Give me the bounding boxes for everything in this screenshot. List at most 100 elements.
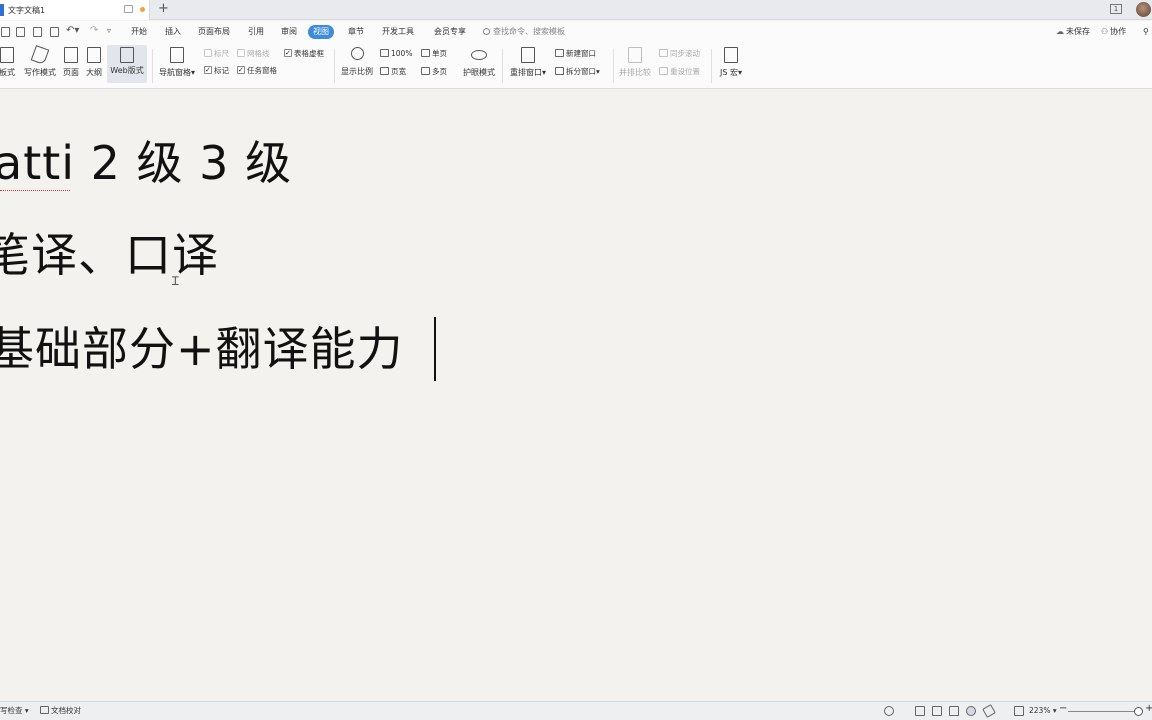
eye-protection-status-icon[interactable] — [884, 706, 894, 716]
outline-icon — [87, 47, 101, 63]
reading-layout-label: 板式 — [0, 68, 15, 77]
tab-review[interactable]: 审阅 — [281, 26, 297, 38]
share-icon[interactable]: ⚲ — [1143, 26, 1149, 38]
outline-view-button[interactable]: 大纲 — [84, 47, 104, 78]
view-ribbon: 板式 写作模式 页面 大纲 Web版式 导航窗格▾ 标尺 网格线 表格虚框 标记… — [0, 43, 1152, 89]
new-tab-button[interactable]: + — [158, 2, 169, 16]
zoom-slider[interactable] — [1068, 711, 1138, 712]
print-icon[interactable] — [16, 27, 25, 37]
reading-view-status-icon[interactable] — [949, 706, 959, 716]
page-width-icon — [380, 67, 389, 75]
single-page-button[interactable]: 单页 — [421, 49, 447, 59]
multi-page-button[interactable]: 多页 — [421, 67, 447, 77]
doc-proofread-button[interactable]: 文档校对 — [40, 706, 81, 716]
collaborate-label: 协作 — [1110, 27, 1127, 36]
tab-member[interactable]: 会员专享 — [434, 26, 466, 38]
cloud-icon: ☁ — [1056, 27, 1064, 36]
document-tab[interactable]: 文字文稿1 — [0, 0, 150, 20]
navigation-pane-icon — [170, 47, 184, 63]
outline-view-status-icon[interactable] — [932, 706, 942, 716]
web-layout-button[interactable]: Web版式 — [107, 45, 147, 83]
markup-checkbox[interactable]: 标记 — [204, 65, 229, 76]
tab-developer-tools[interactable]: 开发工具 — [382, 26, 414, 38]
gridlines-check-icon — [237, 49, 245, 57]
ribbon-divider — [613, 49, 614, 83]
document-line-2[interactable]: 笔译、口译 — [0, 227, 219, 283]
document-line-1[interactable]: atti 2 级 3 级 — [0, 135, 292, 191]
text-caret — [434, 317, 436, 381]
new-window-icon — [555, 49, 564, 57]
collaborate-button[interactable]: ⚇ 协作 — [1101, 26, 1126, 38]
js-macro-label: JS 宏▾ — [720, 68, 742, 77]
zoom-out-button[interactable]: − — [1059, 704, 1067, 714]
side-by-side-button[interactable]: 并排比较 — [618, 47, 652, 78]
tab-home[interactable]: 开始 — [131, 26, 147, 38]
zoom-slider-handle[interactable] — [1134, 707, 1143, 716]
web-view-status-icon[interactable] — [966, 706, 976, 716]
taskpane-checkbox[interactable]: 任务窗格 — [237, 65, 277, 76]
ribbon-divider — [711, 49, 712, 83]
navigation-pane-button[interactable]: 导航窗格▾ — [156, 47, 198, 78]
unsaved-dot-icon — [140, 7, 145, 12]
writing-view-status-icon[interactable] — [982, 704, 996, 718]
ribbon-divider — [334, 49, 335, 83]
monitor-icon[interactable] — [124, 5, 133, 13]
new-window-button[interactable]: 新建窗口 — [555, 49, 596, 59]
ruler-checkbox[interactable]: 标尺 — [204, 49, 229, 59]
writing-mode-button[interactable]: 写作模式 — [22, 45, 58, 78]
redo-icon[interactable]: ↷ — [90, 25, 98, 37]
user-avatar[interactable] — [1136, 2, 1151, 17]
tab-page-layout[interactable]: 页面布局 — [198, 26, 230, 38]
single-page-icon — [421, 49, 430, 57]
arrange-window-button[interactable]: 重排窗口▾ — [508, 47, 548, 78]
reset-position-button[interactable]: 重设位置 — [659, 67, 700, 77]
export-icon[interactable] — [50, 27, 59, 37]
save-icon[interactable] — [1, 27, 10, 37]
print-preview-icon[interactable] — [33, 27, 42, 37]
document-canvas[interactable]: atti 2 级 3 级 笔译、口译 基础部分+翻译能力 Ɪ — [0, 89, 1152, 701]
search-command-input[interactable]: 查找命令、搜索模板 — [483, 26, 565, 38]
layout-icon — [0, 47, 14, 63]
zoom-100-button[interactable]: 100% — [380, 49, 412, 59]
document-line-3[interactable]: 基础部分+翻译能力 — [0, 321, 404, 377]
zoom-in-button[interactable]: + — [1145, 704, 1152, 714]
window-mode-icon[interactable]: 1 — [1110, 4, 1122, 14]
page-view-button[interactable]: 页面 — [60, 47, 82, 78]
proofread-icon — [40, 706, 49, 714]
zoom-icon — [350, 47, 364, 60]
js-macro-button[interactable]: JS 宏▾ — [716, 47, 746, 78]
document-tab-title: 文字文稿1 — [8, 5, 46, 15]
page-width-button[interactable]: 页宽 — [380, 67, 406, 77]
reading-layout-button[interactable]: 板式 — [0, 47, 20, 78]
unsaved-button[interactable]: ☁ 未保存 — [1056, 26, 1090, 38]
status-bar: 写检查 ▾ 文档校对 223% ▾ − + — [0, 701, 1152, 720]
spell-check-button[interactable]: 写检查 ▾ — [0, 706, 29, 716]
tab-references[interactable]: 引用 — [248, 26, 264, 38]
tab-view[interactable]: 视图 — [308, 25, 334, 39]
zoom-level-dropdown[interactable]: 223% ▾ — [1029, 706, 1057, 716]
eye-icon — [471, 50, 487, 60]
gridlines-checkbox[interactable]: 网格线 — [237, 49, 270, 59]
search-placeholder: 查找命令、搜索模板 — [493, 27, 565, 36]
undo-icon[interactable]: ↶▾ — [66, 25, 79, 37]
sync-scroll-button[interactable]: 同步滚动 — [659, 49, 700, 59]
tab-chapter[interactable]: 章节 — [348, 26, 364, 38]
table-gridlines-checkbox[interactable]: 表格虚框 — [284, 48, 324, 59]
display-zoom-button[interactable]: 显示比例 — [340, 47, 374, 77]
fit-page-icon[interactable] — [1014, 706, 1024, 716]
tab-insert[interactable]: 插入 — [165, 26, 181, 38]
js-macro-icon — [724, 47, 738, 63]
split-window-button[interactable]: 拆分窗口▾ — [555, 67, 600, 77]
ibeam-cursor-icon: Ɪ — [172, 274, 179, 288]
side-by-side-icon — [628, 47, 642, 63]
eye-protection-button[interactable]: 护眼模式 — [461, 47, 497, 78]
document-icon — [0, 4, 4, 16]
quick-access-more-icon[interactable]: ▿ — [107, 25, 111, 37]
spelling-error-underline — [0, 188, 70, 191]
page-view-status-icon[interactable] — [915, 706, 925, 716]
pen-icon — [30, 45, 50, 65]
menu-bar: ↶▾ ↷ ▿ 开始 插入 页面布局 引用 审阅 视图 章节 开发工具 会员专享 … — [0, 21, 1152, 43]
web-layout-icon — [120, 47, 134, 63]
ribbon-divider — [152, 49, 153, 83]
taskpane-check-icon — [237, 65, 245, 75]
